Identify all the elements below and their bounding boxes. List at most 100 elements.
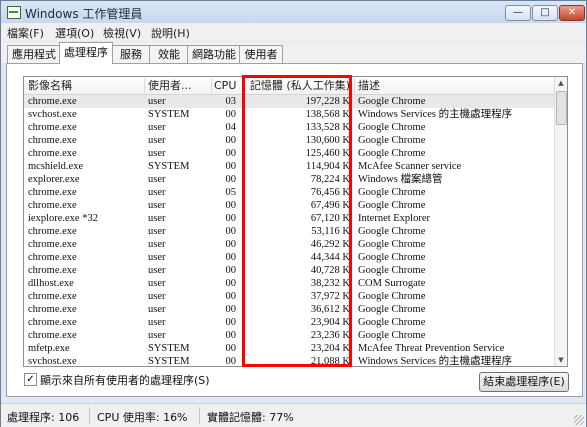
- menu-options[interactable]: 選項(O): [55, 25, 94, 41]
- cell-user: SYSTEM: [148, 109, 190, 120]
- cell-image-name: chrome.exe: [28, 200, 77, 211]
- vertical-scrollbar[interactable]: ▲ ▼: [554, 77, 567, 366]
- cell-user: user: [148, 226, 166, 237]
- cell-description: Google Chrome: [358, 252, 426, 263]
- menu-view[interactable]: 檢視(V): [103, 25, 141, 41]
- cell-description: Windows 檔案總管: [358, 174, 443, 185]
- cell-user: user: [148, 265, 166, 276]
- cell-description: Google Chrome: [358, 317, 426, 328]
- cell-description: McAfee Scanner service: [358, 161, 462, 172]
- cell-user: user: [148, 187, 166, 198]
- cell-user: user: [148, 330, 166, 341]
- cell-user: user: [148, 213, 166, 224]
- status-process-count: 處理程序: 106: [7, 411, 80, 424]
- cell-user: user: [148, 317, 166, 328]
- minimize-button[interactable]: —: [505, 5, 531, 21]
- cell-cpu: 00: [225, 356, 237, 367]
- cell-image-name: explorer.exe: [28, 174, 80, 185]
- cell-description: Windows Services 的主機處理程序: [358, 109, 513, 120]
- cell-image-name: iexplore.exe *32: [28, 213, 98, 224]
- scroll-thumb[interactable]: [556, 91, 567, 125]
- cell-cpu: 00: [225, 213, 237, 224]
- cell-cpu: 03: [225, 96, 237, 107]
- cell-image-name: chrome.exe: [28, 148, 77, 159]
- cell-cpu: 00: [225, 148, 237, 159]
- tab-strip: 應用程式 處理程序 服務 效能 網路功能 使用者: [1, 42, 586, 64]
- scroll-up-arrow-icon[interactable]: ▲: [555, 77, 567, 89]
- cell-image-name: chrome.exe: [28, 187, 77, 198]
- tab-applications[interactable]: 應用程式: [7, 45, 61, 63]
- cell-user: user: [148, 304, 166, 315]
- scroll-down-arrow-icon[interactable]: ▼: [555, 354, 567, 366]
- cell-description: COM Surrogate: [358, 278, 426, 289]
- cell-description: Google Chrome: [358, 330, 426, 341]
- cell-image-name: mcshield.exe: [28, 161, 84, 172]
- cell-description: Google Chrome: [358, 226, 426, 237]
- cell-description: Google Chrome: [358, 187, 426, 198]
- resize-grip-icon[interactable]: [574, 415, 584, 425]
- cell-image-name: chrome.exe: [28, 239, 77, 250]
- cell-description: Google Chrome: [358, 135, 426, 146]
- cell-image-name: svchost.exe: [28, 356, 77, 367]
- cell-user: user: [148, 135, 166, 146]
- column-header-cpu[interactable]: CPU: [214, 77, 236, 94]
- cell-user: user: [148, 174, 166, 185]
- cell-image-name: chrome.exe: [28, 252, 77, 263]
- end-process-button[interactable]: 結束處理程序(E): [479, 372, 569, 392]
- cell-user: user: [148, 239, 166, 250]
- cell-image-name: chrome.exe: [28, 122, 77, 133]
- cell-description: Internet Explorer: [358, 213, 431, 224]
- menu-help[interactable]: 說明(H): [151, 25, 190, 41]
- cell-cpu: 00: [225, 265, 237, 276]
- cell-image-name: dllhost.exe: [28, 278, 74, 289]
- cell-cpu: 00: [225, 304, 237, 315]
- cell-image-name: chrome.exe: [28, 226, 77, 237]
- menu-file[interactable]: 檔案(F): [7, 25, 44, 41]
- cell-user: user: [148, 148, 166, 159]
- cell-cpu: 00: [225, 317, 237, 328]
- cell-user: user: [148, 278, 166, 289]
- cell-cpu: 00: [225, 278, 237, 289]
- show-all-users-checkbox[interactable]: ✓: [24, 373, 37, 386]
- status-bar: 處理程序: 106 CPU 使用率: 16% 實體記憶體: 77%: [1, 403, 586, 427]
- title-bar[interactable]: Windows 工作管理員 — □ ✕: [1, 1, 586, 23]
- cell-description: Google Chrome: [358, 265, 426, 276]
- task-manager-window: Windows 工作管理員 — □ ✕ 檔案(F) 選項(O) 檢視(V) 說明…: [0, 0, 587, 427]
- task-manager-icon: [7, 6, 21, 19]
- cell-cpu: 00: [225, 226, 237, 237]
- column-header-user[interactable]: 使用者...: [148, 77, 192, 94]
- cell-description: Google Chrome: [358, 148, 426, 159]
- cell-image-name: chrome.exe: [28, 135, 77, 146]
- maximize-button[interactable]: □: [532, 5, 558, 21]
- cell-user: user: [148, 291, 166, 302]
- tab-networking[interactable]: 網路功能: [187, 45, 241, 63]
- cell-image-name: chrome.exe: [28, 265, 77, 276]
- cell-user: user: [148, 96, 166, 107]
- tab-users[interactable]: 使用者: [239, 45, 283, 63]
- tab-performance[interactable]: 效能: [149, 45, 189, 63]
- cell-cpu: 00: [225, 135, 237, 146]
- cell-cpu: 00: [225, 200, 237, 211]
- memory-column-highlight: [242, 75, 352, 367]
- cell-cpu: 00: [225, 174, 237, 185]
- cell-cpu: 04: [225, 122, 237, 133]
- cell-image-name: mfetp.exe: [28, 343, 70, 354]
- cell-cpu: 00: [225, 239, 237, 250]
- cell-description: Google Chrome: [358, 304, 426, 315]
- cell-image-name: chrome.exe: [28, 304, 77, 315]
- tab-processes[interactable]: 處理程序: [59, 42, 113, 64]
- cell-user: SYSTEM: [148, 343, 190, 354]
- status-memory-usage: 實體記憶體: 77%: [207, 411, 294, 424]
- close-button[interactable]: ✕: [559, 5, 585, 21]
- column-header-image-name[interactable]: 影像名稱: [28, 77, 72, 94]
- cell-description: Google Chrome: [358, 96, 426, 107]
- window-title: Windows 工作管理員: [25, 7, 143, 21]
- column-header-description[interactable]: 描述: [358, 77, 380, 94]
- show-all-users-label[interactable]: 顯示來自所有使用者的處理程序(S): [40, 372, 210, 388]
- cell-user: user: [148, 200, 166, 211]
- tab-services[interactable]: 服務: [111, 45, 151, 63]
- cell-user: SYSTEM: [148, 356, 190, 367]
- cell-cpu: 00: [225, 109, 237, 120]
- cell-image-name: chrome.exe: [28, 317, 77, 328]
- cell-description: Google Chrome: [358, 291, 426, 302]
